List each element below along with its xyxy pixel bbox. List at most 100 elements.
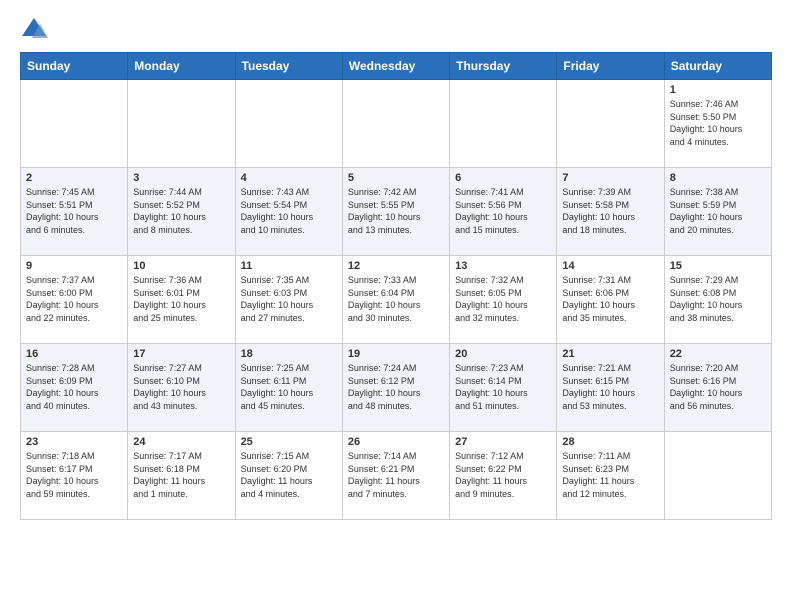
day-number: 8 [670,172,766,184]
day-number: 14 [562,260,658,272]
calendar-cell: 19 Sunrise: 7:24 AM Sunset: 6:12 PM Dayli… [342,344,449,432]
day-info: Sunrise: 7:20 AM Sunset: 6:16 PM Dayligh… [670,362,766,412]
day-info: Sunrise: 7:45 AM Sunset: 5:51 PM Dayligh… [26,186,122,236]
day-number: 10 [133,260,229,272]
day-number: 5 [348,172,444,184]
calendar-cell: 15 Sunrise: 7:29 AM Sunset: 6:08 PM Dayli… [664,256,771,344]
day-info: Sunrise: 7:24 AM Sunset: 6:12 PM Dayligh… [348,362,444,412]
day-number: 4 [241,172,337,184]
day-number: 16 [26,348,122,360]
calendar-cell [450,80,557,168]
day-number: 1 [670,84,766,96]
header [20,16,772,44]
calendar-week-3: 9 Sunrise: 7:37 AM Sunset: 6:00 PM Daylig… [21,256,772,344]
calendar-cell: 18 Sunrise: 7:25 AM Sunset: 6:11 PM Dayli… [235,344,342,432]
calendar-week-1: 1 Sunrise: 7:46 AM Sunset: 5:50 PM Daylig… [21,80,772,168]
calendar-cell: 5 Sunrise: 7:42 AM Sunset: 5:55 PM Daylig… [342,168,449,256]
calendar-cell: 17Sunrise: 7:27 AM Sunset: 6:10 PM Dayli… [128,344,235,432]
day-info: Sunrise: 7:11 AM Sunset: 6:23 PM Dayligh… [562,450,658,500]
day-info: Sunrise: 7:43 AM Sunset: 5:54 PM Dayligh… [241,186,337,236]
logo [20,16,52,44]
calendar-header: SundayMondayTuesdayWednesdayThursdayFrid… [21,53,772,80]
day-number: 28 [562,436,658,448]
calendar-cell: 16Sunrise: 7:28 AM Sunset: 6:09 PM Dayli… [21,344,128,432]
weekday-header-friday: Friday [557,53,664,80]
calendar-cell [128,80,235,168]
day-info: Sunrise: 7:31 AM Sunset: 6:06 PM Dayligh… [562,274,658,324]
calendar-cell: 26 Sunrise: 7:14 AM Sunset: 6:21 PM Dayli… [342,432,449,520]
weekday-header-thursday: Thursday [450,53,557,80]
calendar-cell: 13Sunrise: 7:32 AM Sunset: 6:05 PM Dayli… [450,256,557,344]
day-number: 11 [241,260,337,272]
calendar-cell: 11 Sunrise: 7:35 AM Sunset: 6:03 PM Dayli… [235,256,342,344]
calendar-cell: 25 Sunrise: 7:15 AM Sunset: 6:20 PM Dayli… [235,432,342,520]
calendar-cell: 28 Sunrise: 7:11 AM Sunset: 6:23 PM Dayli… [557,432,664,520]
day-info: Sunrise: 7:37 AM Sunset: 6:00 PM Dayligh… [26,274,122,324]
day-info: Sunrise: 7:46 AM Sunset: 5:50 PM Dayligh… [670,98,766,148]
day-number: 24 [133,436,229,448]
day-number: 17 [133,348,229,360]
day-number: 7 [562,172,658,184]
day-number: 21 [562,348,658,360]
calendar-cell: 3Sunrise: 7:44 AM Sunset: 5:52 PM Daylig… [128,168,235,256]
day-info: Sunrise: 7:35 AM Sunset: 6:03 PM Dayligh… [241,274,337,324]
calendar-cell [21,80,128,168]
calendar-cell: 24 Sunrise: 7:17 AM Sunset: 6:18 PM Dayli… [128,432,235,520]
calendar-cell: 2 Sunrise: 7:45 AM Sunset: 5:51 PM Daylig… [21,168,128,256]
calendar-week-4: 16Sunrise: 7:28 AM Sunset: 6:09 PM Dayli… [21,344,772,432]
calendar-body: 1 Sunrise: 7:46 AM Sunset: 5:50 PM Daylig… [21,80,772,520]
day-number: 9 [26,260,122,272]
day-info: Sunrise: 7:17 AM Sunset: 6:18 PM Dayligh… [133,450,229,500]
day-info: Sunrise: 7:39 AM Sunset: 5:58 PM Dayligh… [562,186,658,236]
weekday-header-tuesday: Tuesday [235,53,342,80]
weekday-header-row: SundayMondayTuesdayWednesdayThursdayFrid… [21,53,772,80]
day-number: 25 [241,436,337,448]
day-number: 18 [241,348,337,360]
day-number: 19 [348,348,444,360]
calendar-cell: 23 Sunrise: 7:18 AM Sunset: 6:17 PM Dayli… [21,432,128,520]
calendar-cell: 14 Sunrise: 7:31 AM Sunset: 6:06 PM Dayli… [557,256,664,344]
day-info: Sunrise: 7:42 AM Sunset: 5:55 PM Dayligh… [348,186,444,236]
weekday-header-wednesday: Wednesday [342,53,449,80]
calendar-cell [557,80,664,168]
calendar-cell: 22 Sunrise: 7:20 AM Sunset: 6:16 PM Dayli… [664,344,771,432]
calendar-table: SundayMondayTuesdayWednesdayThursdayFrid… [20,52,772,520]
day-number: 26 [348,436,444,448]
calendar-cell: 27Sunrise: 7:12 AM Sunset: 6:22 PM Dayli… [450,432,557,520]
day-info: Sunrise: 7:23 AM Sunset: 6:14 PM Dayligh… [455,362,551,412]
calendar-cell: 10 Sunrise: 7:36 AM Sunset: 6:01 PM Dayli… [128,256,235,344]
weekday-header-sunday: Sunday [21,53,128,80]
calendar-cell: 21 Sunrise: 7:21 AM Sunset: 6:15 PM Dayli… [557,344,664,432]
day-number: 2 [26,172,122,184]
calendar-week-2: 2 Sunrise: 7:45 AM Sunset: 5:51 PM Daylig… [21,168,772,256]
day-number: 22 [670,348,766,360]
day-info: Sunrise: 7:15 AM Sunset: 6:20 PM Dayligh… [241,450,337,500]
calendar-cell: 6Sunrise: 7:41 AM Sunset: 5:56 PM Daylig… [450,168,557,256]
calendar-cell: 20 Sunrise: 7:23 AM Sunset: 6:14 PM Dayli… [450,344,557,432]
calendar-cell [235,80,342,168]
day-info: Sunrise: 7:21 AM Sunset: 6:15 PM Dayligh… [562,362,658,412]
day-number: 23 [26,436,122,448]
calendar-cell: 9 Sunrise: 7:37 AM Sunset: 6:00 PM Daylig… [21,256,128,344]
day-number: 12 [348,260,444,272]
day-info: Sunrise: 7:25 AM Sunset: 6:11 PM Dayligh… [241,362,337,412]
day-info: Sunrise: 7:38 AM Sunset: 5:59 PM Dayligh… [670,186,766,236]
page: SundayMondayTuesdayWednesdayThursdayFrid… [0,0,792,536]
weekday-header-saturday: Saturday [664,53,771,80]
day-number: 13 [455,260,551,272]
day-info: Sunrise: 7:12 AM Sunset: 6:22 PM Dayligh… [455,450,551,500]
calendar-cell: 1 Sunrise: 7:46 AM Sunset: 5:50 PM Daylig… [664,80,771,168]
day-number: 6 [455,172,551,184]
weekday-header-monday: Monday [128,53,235,80]
calendar-cell: 4 Sunrise: 7:43 AM Sunset: 5:54 PM Daylig… [235,168,342,256]
day-number: 20 [455,348,551,360]
day-info: Sunrise: 7:29 AM Sunset: 6:08 PM Dayligh… [670,274,766,324]
logo-icon [20,16,48,44]
day-info: Sunrise: 7:14 AM Sunset: 6:21 PM Dayligh… [348,450,444,500]
calendar-cell: 8 Sunrise: 7:38 AM Sunset: 5:59 PM Daylig… [664,168,771,256]
calendar-cell [342,80,449,168]
day-number: 15 [670,260,766,272]
day-info: Sunrise: 7:18 AM Sunset: 6:17 PM Dayligh… [26,450,122,500]
day-info: Sunrise: 7:36 AM Sunset: 6:01 PM Dayligh… [133,274,229,324]
calendar-week-5: 23 Sunrise: 7:18 AM Sunset: 6:17 PM Dayli… [21,432,772,520]
